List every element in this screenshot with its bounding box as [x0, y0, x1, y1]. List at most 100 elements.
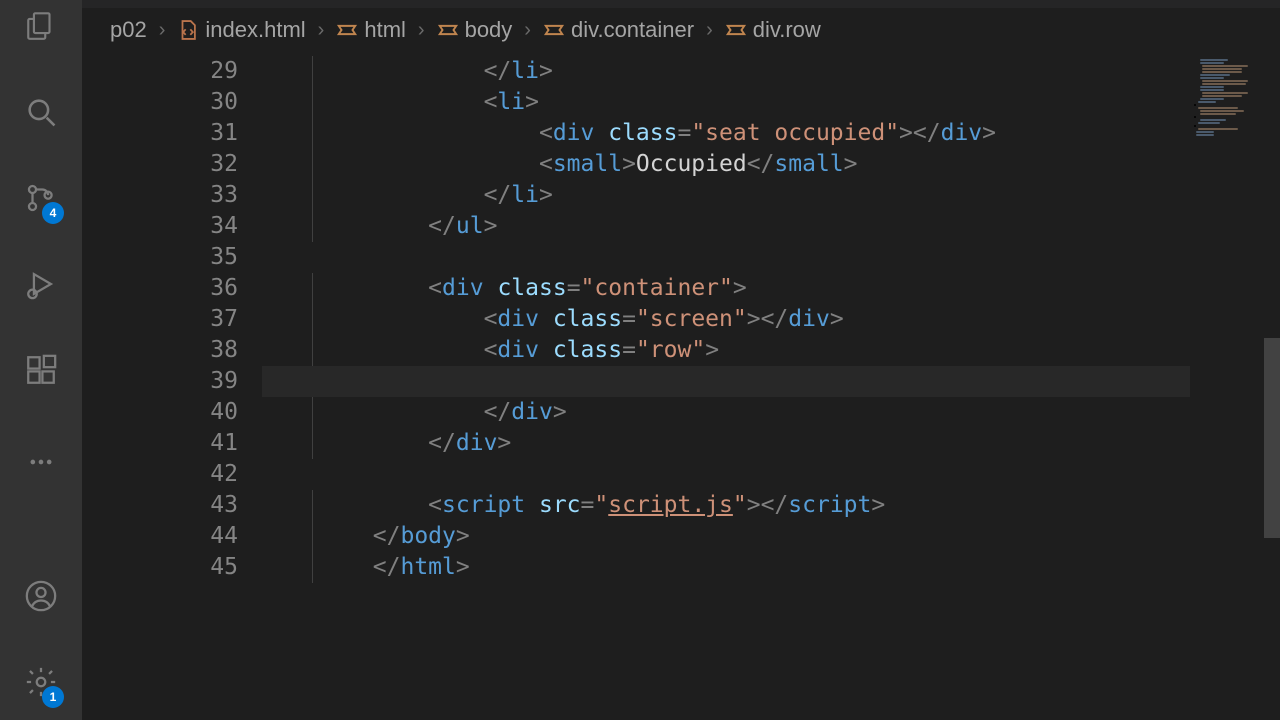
code-line[interactable]: [262, 366, 1190, 397]
line-number: 37: [82, 304, 238, 335]
run-debug-icon[interactable]: [0, 260, 82, 308]
breadcrumbs[interactable]: p02 › index.html › html › body › div.container › d…: [82, 8, 1280, 52]
symbol-field-icon: [437, 19, 459, 41]
symbol-field-icon: [725, 19, 747, 41]
code-line[interactable]: [262, 459, 1190, 490]
line-number-gutter: 2930313233343536373839404142434445: [82, 52, 262, 583]
code-line[interactable]: <div class="screen"></div>: [262, 304, 1190, 335]
code-editor[interactable]: 2930313233343536373839404142434445 </li>…: [82, 52, 1190, 720]
minimap-line: [1200, 98, 1224, 100]
code-line[interactable]: <small>Occupied</small>: [262, 149, 1190, 180]
code-line[interactable]: </li>: [262, 56, 1190, 87]
minimap-line: [1200, 62, 1224, 64]
breadcrumb-segment[interactable]: index.html: [177, 17, 305, 43]
more-icon[interactable]: [0, 438, 82, 486]
line-number: 41: [82, 428, 238, 459]
breadcrumb-segment[interactable]: p02: [110, 17, 147, 43]
code-line[interactable]: [262, 242, 1190, 273]
breadcrumb-segment[interactable]: html: [336, 17, 406, 43]
chevron-right-icon: ›: [418, 19, 425, 42]
minimap-line: [1196, 131, 1214, 133]
vertical-scrollbar[interactable]: [1264, 338, 1280, 538]
minimap-line: [1198, 128, 1238, 130]
settings-gear-icon[interactable]: 1: [0, 658, 82, 706]
symbol-field-icon: [336, 19, 358, 41]
minimap-line: [1200, 113, 1236, 115]
chevron-right-icon: ›: [318, 19, 325, 42]
extensions-icon[interactable]: [0, 346, 82, 394]
minimap-line: [1202, 65, 1248, 67]
settings-badge: 1: [42, 686, 64, 708]
breadcrumb-label: div.row: [753, 17, 821, 43]
line-number: 31: [82, 118, 238, 149]
breadcrumb-segment[interactable]: body: [437, 17, 513, 43]
line-number: 38: [82, 335, 238, 366]
minimap-line: [1202, 71, 1242, 73]
chevron-right-icon: ›: [159, 19, 166, 42]
code-line[interactable]: <div class="container">: [262, 273, 1190, 304]
files-icon[interactable]: [0, 2, 82, 50]
minimap-line: [1194, 125, 1196, 127]
activity-bar: 4 1: [0, 0, 82, 720]
breadcrumb-label: index.html: [205, 17, 305, 43]
minimap-line: [1198, 101, 1216, 103]
code-line[interactable]: <div class="seat occupied"></div>: [262, 118, 1190, 149]
minimap-line: [1200, 119, 1226, 121]
minimap-line: [1202, 95, 1242, 97]
minimap-line: [1200, 89, 1224, 91]
line-number: 34: [82, 211, 238, 242]
minimap-line: [1202, 83, 1246, 85]
chevron-right-icon: ›: [706, 19, 713, 42]
minimap-line: [1198, 107, 1238, 109]
code-line[interactable]: </div>: [262, 428, 1190, 459]
line-number: 44: [82, 521, 238, 552]
line-number: 33: [82, 180, 238, 211]
line-number: 32: [82, 149, 238, 180]
line-number: 35: [82, 242, 238, 273]
symbol-field-icon: [543, 19, 565, 41]
search-icon[interactable]: [0, 88, 82, 136]
minimap-line: [1200, 77, 1224, 79]
breadcrumb-label: html: [364, 17, 406, 43]
breadcrumb-segment[interactable]: div.container: [543, 17, 694, 43]
line-number: 36: [82, 273, 238, 304]
line-number: 29: [82, 56, 238, 87]
breadcrumb-label: div.container: [571, 17, 694, 43]
file-code-icon: [177, 19, 199, 41]
minimap-line: [1194, 116, 1196, 118]
line-number: 42: [82, 459, 238, 490]
code-line[interactable]: </body>: [262, 521, 1190, 552]
breadcrumb-label: p02: [110, 17, 147, 43]
minimap-line: [1196, 134, 1214, 136]
code-line[interactable]: </html>: [262, 552, 1190, 583]
minimap-line: [1202, 68, 1242, 70]
line-number: 30: [82, 87, 238, 118]
code-line[interactable]: </li>: [262, 180, 1190, 211]
minimap-line: [1200, 110, 1244, 112]
minimap-line: [1200, 59, 1228, 61]
code-line[interactable]: <li>: [262, 87, 1190, 118]
line-number: 40: [82, 397, 238, 428]
minimap-line: [1202, 80, 1248, 82]
code-line[interactable]: </ul>: [262, 211, 1190, 242]
minimap-line: [1200, 86, 1224, 88]
code-line[interactable]: </div>: [262, 397, 1190, 428]
minimap-line: [1198, 122, 1220, 124]
minimap-line: [1194, 104, 1196, 106]
line-number: 45: [82, 552, 238, 583]
code-content[interactable]: </li> <li> <div class="seat occupied"></…: [262, 52, 1190, 583]
minimap-line: [1200, 74, 1230, 76]
line-number: 43: [82, 490, 238, 521]
tabs-bar[interactable]: [82, 0, 1280, 8]
editor-group: p02 › index.html › html › body › div.container › d…: [82, 0, 1280, 720]
code-line[interactable]: <script src="script.js"></script>: [262, 490, 1190, 521]
source-control-icon[interactable]: 4: [0, 174, 82, 222]
breadcrumb-label: body: [465, 17, 513, 43]
breadcrumb-segment[interactable]: div.row: [725, 17, 821, 43]
code-line[interactable]: <div class="row">: [262, 335, 1190, 366]
line-number: 39: [82, 366, 238, 397]
account-icon[interactable]: [0, 572, 82, 620]
scm-badge: 4: [42, 202, 64, 224]
chevron-right-icon: ›: [524, 19, 531, 42]
minimap-line: [1202, 92, 1248, 94]
